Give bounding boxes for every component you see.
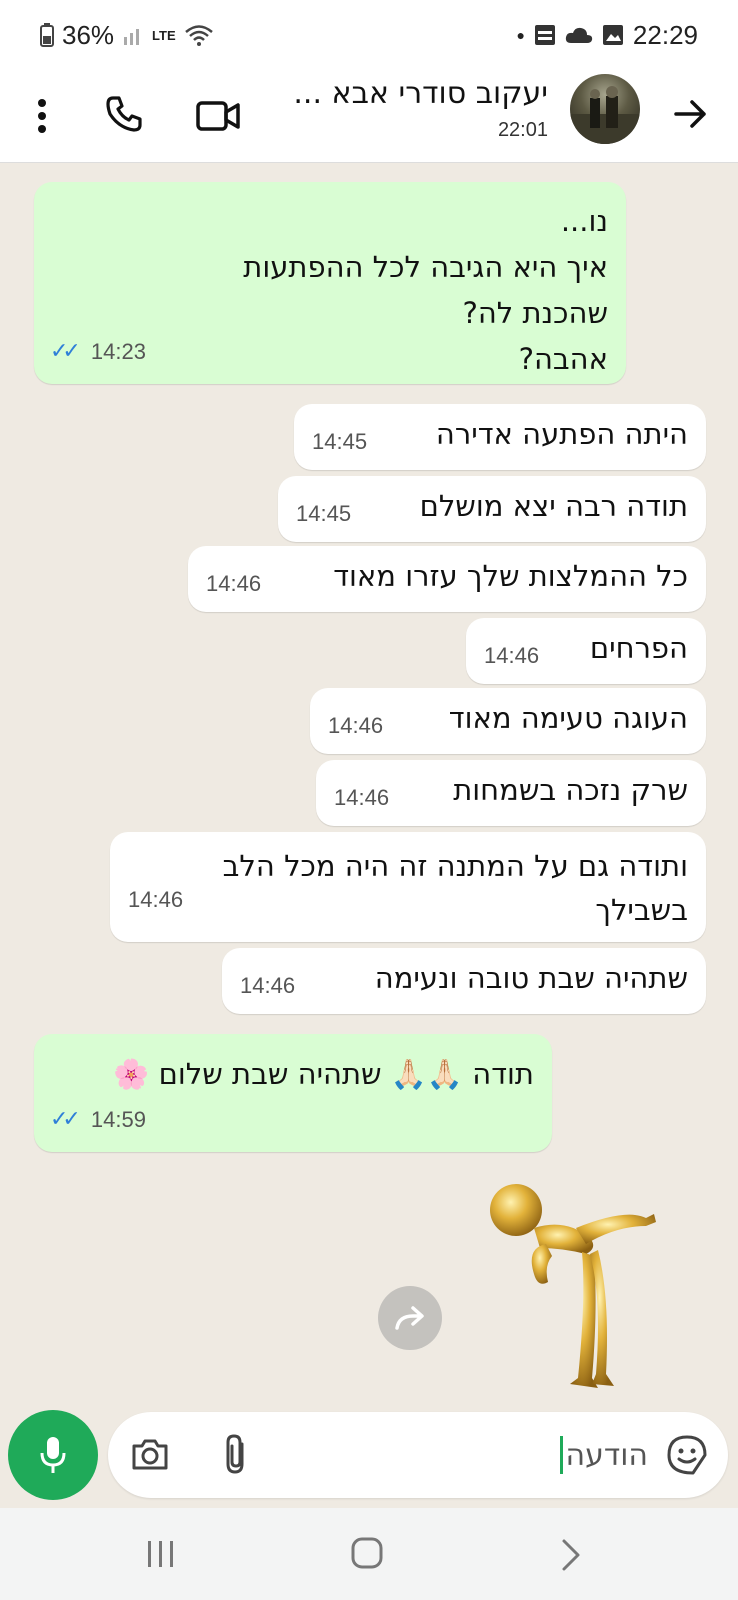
mic-icon (40, 1437, 66, 1473)
home-icon[interactable] (350, 1536, 384, 1570)
message-time: 14:23 (90, 339, 146, 364)
battery-level: 36% (62, 19, 115, 50)
message-text: כל ההמלצות שלך עזרו מאוד (333, 559, 688, 593)
message-input-bar[interactable]: הודעה (108, 1412, 728, 1498)
last-seen: 22:01 (497, 119, 548, 141)
message-bubble-outgoing[interactable]: תודה 🙏🏻🙏🏻 שתהיה שבת שלום 🌸 ✓✓ 14:59 (34, 1034, 552, 1152)
notification-icon (534, 25, 555, 45)
camera-icon[interactable] (130, 1436, 170, 1472)
message-time: 14:59 (90, 1107, 146, 1132)
message-time: 14:45 (296, 501, 352, 526)
message-text: שרק נזכה בשמחות (453, 773, 688, 807)
clock: 22:29 (632, 19, 698, 50)
read-ticks-icon: ✓✓ (50, 339, 81, 364)
message-text: שתהיה שבת טובה ונעימה (374, 961, 688, 995)
message-bubble-incoming[interactable]: כל ההמלצות שלך עזרו מאוד 14:46 (188, 546, 706, 612)
contact-info[interactable]: יעקוב סודרי אבא ... 22:01 (293, 76, 548, 142)
message-bubble-incoming[interactable]: היתה הפתעה אדירה 14:45 (294, 404, 706, 470)
message-time: 14:45 (312, 429, 368, 454)
image-icon (602, 25, 623, 45)
message-text: ותודה גם על המתנה זה היה מכל הלב בשבילך (222, 849, 688, 927)
notification-dot: ● (516, 27, 525, 43)
mic-button[interactable] (8, 1410, 98, 1500)
more-options-button[interactable] (20, 86, 64, 146)
system-nav-bar (0, 1508, 738, 1600)
network-type: LTE (152, 27, 176, 43)
status-bar: 36% LTE ● 22:29 (0, 0, 738, 70)
message-bubble-incoming[interactable]: העוגה טעימה מאוד 14:46 (310, 688, 706, 754)
message-time: 14:46 (240, 973, 296, 998)
battery-icon (40, 23, 54, 47)
video-call-button[interactable] (188, 86, 248, 146)
message-time: 14:46 (334, 785, 390, 810)
bowing-figure-sticker[interactable] (486, 1178, 676, 1392)
forward-icon (395, 1306, 424, 1330)
back-nav-icon[interactable] (560, 1538, 582, 1572)
attach-icon[interactable] (222, 1432, 252, 1476)
video-call-icon (196, 101, 240, 131)
recents-icon[interactable] (144, 1538, 178, 1570)
cloud-icon (565, 27, 593, 43)
phone-icon (106, 96, 142, 132)
message-text: נו... איך היא הגיבה לכל ההפתעות שהכנת לה… (243, 204, 608, 376)
avatar[interactable] (570, 74, 640, 144)
more-options-icon (38, 99, 46, 133)
message-bubble-incoming[interactable]: שרק נזכה בשמחות 14:46 (316, 760, 706, 826)
message-bubble-incoming[interactable]: ותודה גם על המתנה זה היה מכל הלב בשבילך … (110, 832, 706, 942)
message-time: 14:46 (128, 887, 184, 912)
forward-button[interactable] (378, 1286, 442, 1350)
message-time: 14:46 (484, 643, 540, 668)
signal-icon (124, 29, 140, 45)
chat-header: יעקוב סודרי אבא ... 22:01 (0, 70, 738, 163)
sticker-icon[interactable] (666, 1434, 708, 1476)
message-time: 14:46 (328, 713, 384, 738)
message-text: העוגה טעימה מאוד (448, 701, 688, 735)
back-button[interactable] (662, 86, 718, 142)
message-text: תודה 🙏🏻🙏🏻 שתהיה שבת שלום 🌸 (113, 1057, 534, 1091)
message-bubble-incoming[interactable]: שתהיה שבת טובה ונעימה 14:46 (222, 948, 706, 1014)
message-input-field[interactable]: הודעה (560, 1432, 648, 1478)
message-bubble-incoming[interactable]: תודה רבה יצא מושלם 14:45 (278, 476, 706, 542)
contact-name: יעקוב סודרי אבא ... (293, 76, 548, 111)
message-bubble-incoming[interactable]: הפרחים 14:46 (466, 618, 706, 684)
avatar-photo (570, 86, 640, 144)
message-text: הפרחים (589, 631, 688, 665)
call-button[interactable] (96, 86, 152, 142)
message-bubble-outgoing[interactable]: נו... איך היא הגיבה לכל ההפתעות שהכנת לה… (34, 182, 626, 384)
back-arrow-icon (674, 100, 706, 128)
message-time: 14:46 (206, 571, 262, 596)
read-ticks-icon: ✓✓ (50, 1107, 81, 1132)
composer-text: הודעה (565, 1437, 648, 1473)
text-cursor (560, 1436, 564, 1474)
wifi-icon (184, 25, 213, 46)
message-text: היתה הפתעה אדירה (435, 417, 688, 451)
message-text: תודה רבה יצא מושלם (419, 489, 688, 523)
